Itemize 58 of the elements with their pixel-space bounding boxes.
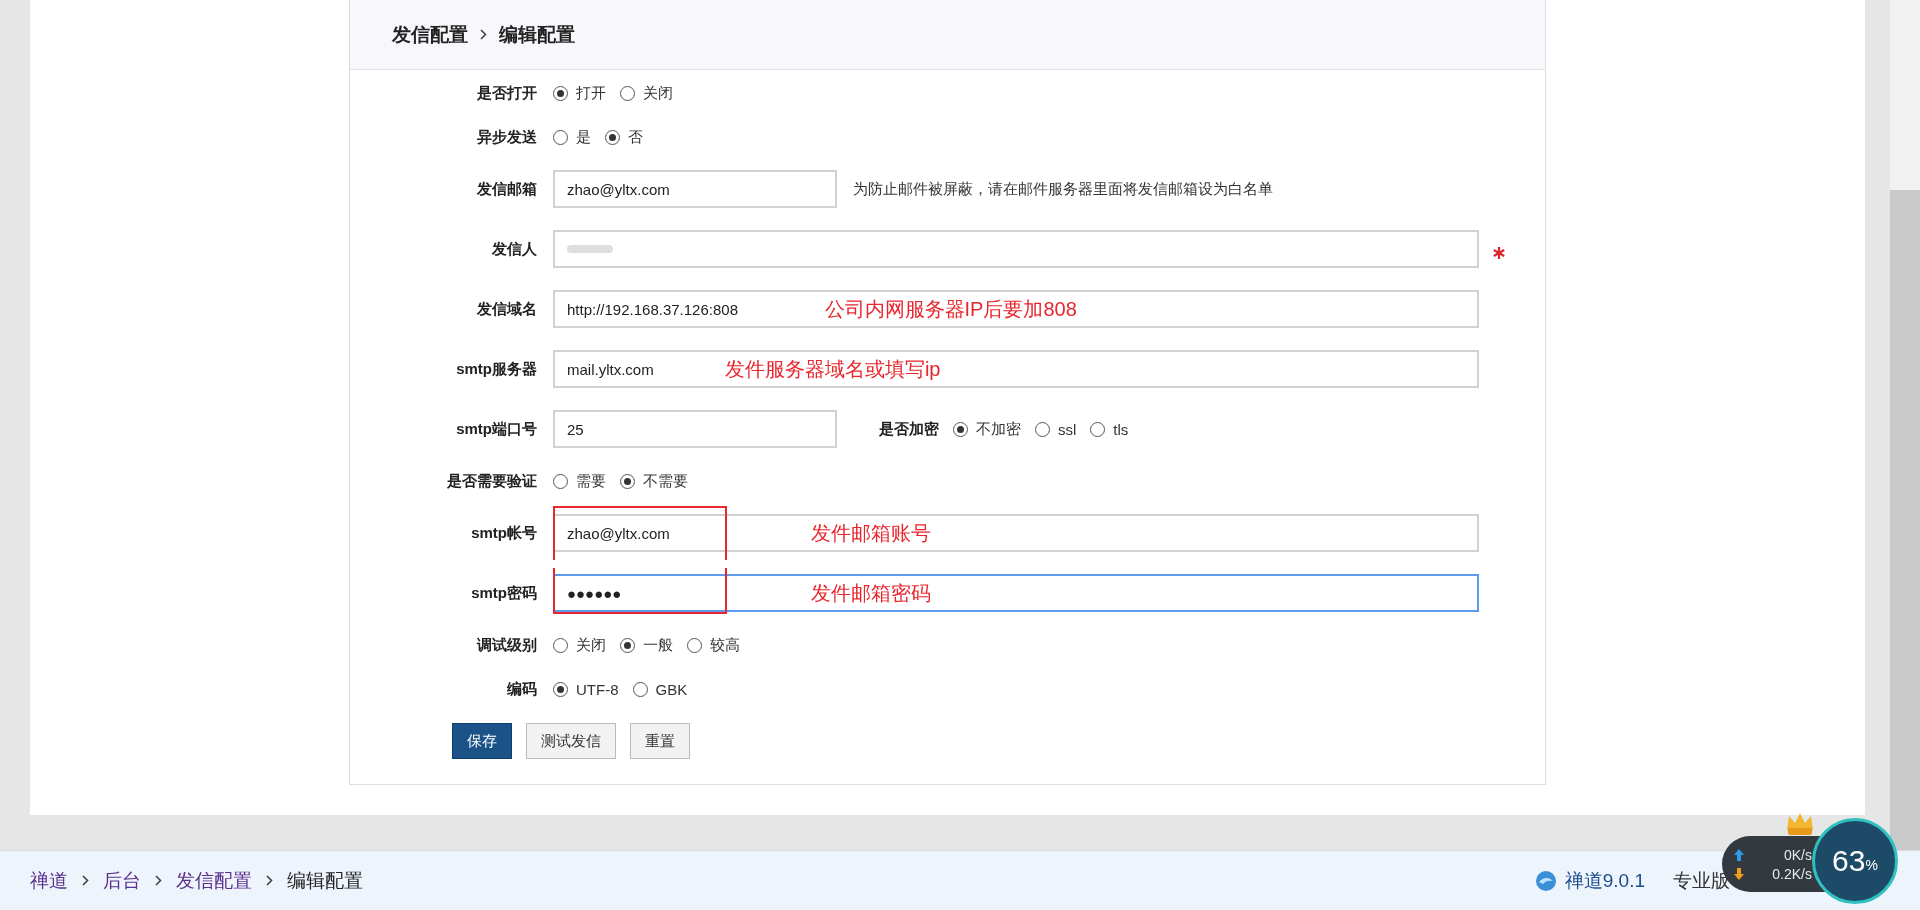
action-button[interactable]: 测试发信	[526, 723, 616, 759]
scrollbar-thumb[interactable]	[1890, 190, 1920, 850]
upload-speed: 0K/s	[1783, 846, 1812, 863]
breadcrumb-link[interactable]: 禅道	[30, 867, 68, 894]
radio-option[interactable]: ssl	[1035, 420, 1077, 438]
save-button[interactable]: 保存	[452, 723, 512, 759]
radio-option[interactable]: 不加密	[953, 419, 1021, 439]
text-field[interactable]: 25	[553, 410, 837, 448]
radio-option[interactable]: tls	[1090, 420, 1129, 438]
radio-option[interactable]: 关闭	[620, 83, 673, 103]
radio-option[interactable]: 较高	[687, 635, 740, 655]
upload-arrow-icon	[1734, 848, 1744, 861]
field-label: 调试级别	[475, 635, 537, 655]
gauge-unit: %	[1865, 857, 1878, 873]
scrollbar[interactable]	[1890, 0, 1920, 850]
page-title: 编辑配置	[287, 868, 363, 893]
text-field[interactable]: zhao@yltx.com	[553, 170, 837, 208]
radio-option[interactable]: 不需要	[620, 471, 688, 491]
radio-option[interactable]: UTF-8	[553, 680, 619, 698]
download-arrow-icon	[1734, 867, 1744, 880]
radio-option[interactable]: 是	[553, 127, 591, 147]
hint-text: 为防止邮件被屏蔽，请在邮件服务器里面将发信邮箱设为白名单	[853, 179, 1273, 199]
annotation: 发件服务器域名或填写ip	[724, 357, 941, 382]
globe-icon	[1534, 869, 1557, 892]
breadcrumb-link[interactable]: 发信配置	[176, 867, 252, 894]
annotation: 发件邮箱账号	[811, 521, 931, 546]
field-label: 发信人	[491, 239, 537, 259]
field-label: smtp服务器	[455, 359, 537, 379]
gauge-percent: 63	[1832, 844, 1866, 878]
chevron-icon	[480, 29, 487, 40]
breadcrumb-link[interactable]: 后台	[103, 867, 141, 894]
chevron-icon	[266, 875, 273, 886]
field-label: 编码	[506, 679, 537, 699]
annotation: 公司内网服务器IP后要加808	[824, 297, 1077, 322]
version-link[interactable]: 禅道9.0.1	[1564, 867, 1645, 894]
radio-option[interactable]: 否	[605, 127, 643, 147]
radio-option[interactable]: 一般	[620, 635, 673, 655]
header-title: 发信配置	[392, 22, 468, 47]
text-field[interactable]	[553, 230, 1479, 268]
field-label: smtp帐号	[470, 523, 537, 543]
annotation: 发件邮箱密码	[811, 581, 931, 606]
field-label: 异步发送	[476, 127, 537, 147]
field-label: 是否需要验证	[446, 471, 537, 491]
radio-option[interactable]: 打开	[553, 83, 606, 103]
field-label: 是否加密	[879, 419, 939, 439]
chevron-icon	[82, 875, 89, 886]
radio-option[interactable]: 关闭	[553, 635, 606, 655]
field-label: 发信域名	[476, 299, 537, 319]
field-label: 是否打开	[476, 83, 537, 103]
radio-option[interactable]: 需要	[553, 471, 606, 491]
chevron-icon	[155, 875, 162, 886]
header-title: 编辑配置	[499, 22, 575, 47]
action-button[interactable]: 重置	[630, 723, 690, 759]
radio-option[interactable]: GBK	[632, 680, 688, 698]
download-speed: 0.2K/s	[1771, 865, 1812, 882]
field-label: 发信邮箱	[476, 179, 537, 199]
field-label: smtp密码	[470, 583, 537, 603]
field-label: smtp端口号	[455, 419, 537, 439]
